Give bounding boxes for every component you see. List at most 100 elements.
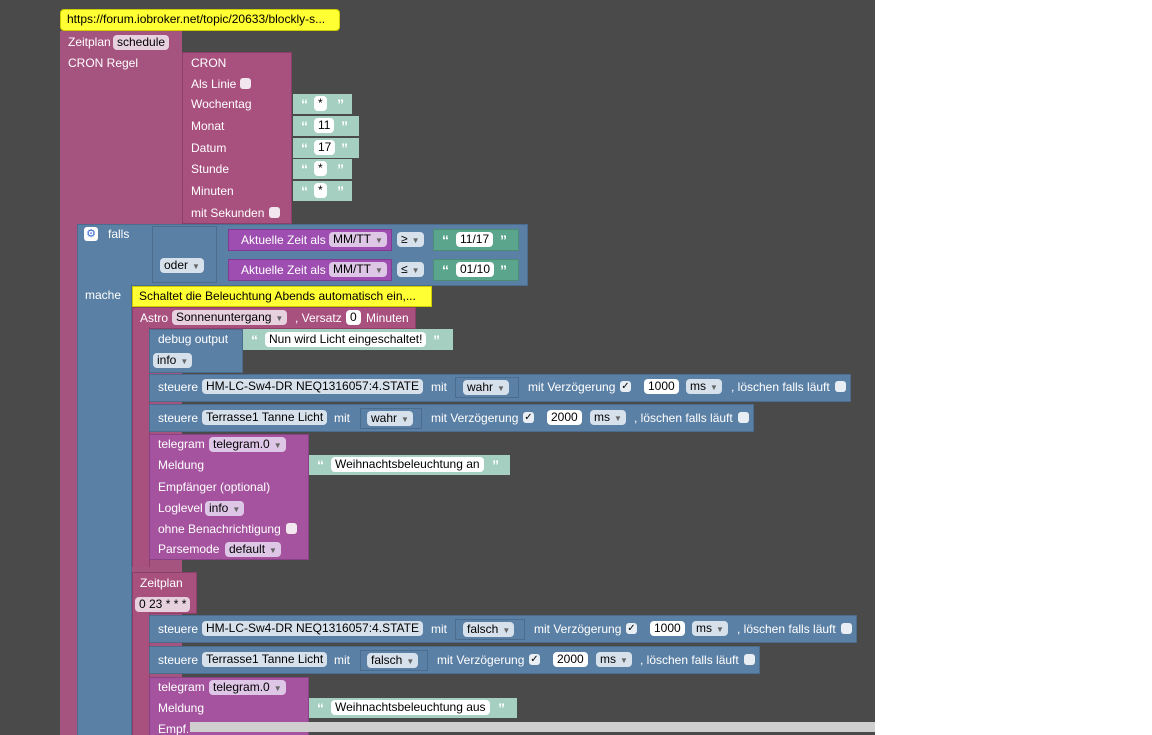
delay-checkbox[interactable]: ✓ xyxy=(523,412,534,423)
clear-checkbox[interactable] xyxy=(841,623,852,634)
control-label: steuere xyxy=(158,411,199,425)
astro-event-dropdown[interactable]: Sonnenuntergang ▼ xyxy=(172,310,288,325)
cron-title: CRON xyxy=(191,56,227,70)
weekday-value-field[interactable]: * xyxy=(314,96,327,111)
month-value-field[interactable]: 11 xyxy=(314,118,335,133)
delay-field[interactable]: 1000 xyxy=(644,379,679,394)
loglevel-dropdown[interactable]: info ▼ xyxy=(205,501,245,516)
telegram-instance-dropdown[interactable]: telegram.0 ▼ xyxy=(209,680,286,695)
loglevel-label: Loglevel xyxy=(158,501,203,515)
cron-seconds-checkbox[interactable] xyxy=(269,207,280,218)
url-comment[interactable]: https://forum.iobroker.net/topic/20633/b… xyxy=(60,9,340,31)
cron-minutes-label: Minuten xyxy=(191,184,234,198)
open-quote-icon: “ xyxy=(442,232,449,248)
device-dropdown[interactable]: Terrasse1 Tanne Licht xyxy=(202,652,328,667)
clear-checkbox[interactable] xyxy=(744,654,755,665)
message-label: Meldung xyxy=(158,458,205,472)
open-quote-icon: “ xyxy=(317,700,324,716)
delay-checkbox[interactable]: ✓ xyxy=(626,623,637,634)
open-quote-icon: “ xyxy=(301,118,308,134)
astro-label: Astro xyxy=(140,311,169,325)
schedule-block-2-stem xyxy=(132,612,150,735)
debug-text-field[interactable]: Nun wird Licht eingeschaltet! xyxy=(265,332,427,347)
device-dropdown[interactable]: HM-LC-Sw4-DR NEQ1316057:4.STATE xyxy=(202,379,423,394)
control-label: steuere xyxy=(158,653,199,667)
unit-dropdown[interactable]: ms ▼ xyxy=(686,379,722,394)
do-label: mache xyxy=(85,288,122,302)
cron-as-line-checkbox[interactable] xyxy=(240,78,251,89)
device-dropdown[interactable]: Terrasse1 Tanne Licht xyxy=(202,410,328,425)
schedule2-cron-dropdown[interactable]: 0 23 * * * xyxy=(135,597,191,612)
blockly-workspace[interactable]: https://forum.iobroker.net/topic/20633/b… xyxy=(0,0,875,735)
schedule-label: Zeitplan xyxy=(68,35,111,49)
delay-checkbox[interactable]: ✓ xyxy=(529,654,540,665)
value-dropdown[interactable]: wahr ▼ xyxy=(463,380,509,395)
value-dropdown[interactable]: falsch ▼ xyxy=(463,622,515,637)
delay-checkbox[interactable]: ✓ xyxy=(620,381,631,392)
date-value-field[interactable]: 17 xyxy=(314,140,336,155)
delay-field[interactable]: 1000 xyxy=(650,621,685,636)
recipient-label: Empf... xyxy=(158,722,188,735)
close-quote-icon: ” xyxy=(433,332,440,348)
debug-level-dropdown[interactable]: info ▼ xyxy=(153,353,193,368)
device-dropdown[interactable]: HM-LC-Sw4-DR NEQ1316057:4.STATE xyxy=(202,621,423,636)
close-quote-icon: ” xyxy=(337,183,344,199)
recipient-label: Empfänger (optional) xyxy=(158,480,271,494)
cron-weekday-label: Wochentag xyxy=(191,97,252,111)
unit-dropdown[interactable]: ms ▼ xyxy=(596,652,632,667)
parsemode-dropdown[interactable]: default ▼ xyxy=(225,542,281,557)
telegram-instance-dropdown[interactable]: telegram.0 ▼ xyxy=(209,437,286,452)
unit-dropdown[interactable]: ms ▼ xyxy=(692,621,728,636)
open-quote-icon: “ xyxy=(301,140,308,156)
debug-label: debug output xyxy=(158,332,229,346)
time-format-dropdown[interactable]: MM/TT ▼ xyxy=(329,232,387,247)
delay-label: mit Verzögerung xyxy=(437,653,525,667)
close-quote-icon: ” xyxy=(492,457,499,473)
hour-value-field[interactable]: * xyxy=(314,161,327,176)
time-format-dropdown[interactable]: MM/TT ▼ xyxy=(329,262,387,277)
schedule-mode-dropdown[interactable]: schedule xyxy=(113,35,170,50)
close-quote-icon: ” xyxy=(341,140,348,156)
clear-label: , löschen falls läuft xyxy=(731,380,830,394)
silent-checkbox[interactable] xyxy=(286,523,297,534)
schedule2-label: Zeitplan xyxy=(140,576,183,590)
close-quote-icon: ” xyxy=(341,118,348,134)
clear-checkbox[interactable] xyxy=(738,412,749,423)
astro-block-stem xyxy=(132,327,150,567)
clear-checkbox[interactable] xyxy=(835,381,846,392)
clear-label: , löschen falls läuft xyxy=(634,411,733,425)
minutes-value-field[interactable]: * xyxy=(314,183,327,198)
message-label: Meldung xyxy=(158,701,205,715)
with-label: mit xyxy=(334,411,350,425)
gear-icon[interactable]: ⚙ xyxy=(84,227,98,241)
with-label: mit xyxy=(334,653,350,667)
close-quote-icon: ” xyxy=(337,161,344,177)
astro-offset-field[interactable]: 0 xyxy=(346,310,361,325)
open-quote-icon: “ xyxy=(251,332,258,348)
or-block[interactable] xyxy=(152,226,217,283)
operator-dropdown[interactable]: ≥ ▼ xyxy=(397,232,424,247)
message-field[interactable]: Weihnachtsbeleuchtung aus xyxy=(331,700,490,715)
value-dropdown[interactable]: falsch ▼ xyxy=(367,653,419,668)
cron-month-label: Monat xyxy=(191,119,225,133)
value-dropdown[interactable]: wahr ▼ xyxy=(367,411,413,426)
time-value-field-1[interactable]: 11/17 xyxy=(456,232,494,247)
message-field[interactable]: Weihnachtsbeleuchtung an xyxy=(331,457,484,472)
telegram-label: telegram xyxy=(158,437,205,451)
unit-dropdown[interactable]: ms ▼ xyxy=(590,410,626,425)
delay-field[interactable]: 2000 xyxy=(553,652,588,667)
if-label: falls xyxy=(108,227,130,241)
or-dropdown[interactable]: oder ▼ xyxy=(160,258,204,273)
do-comment[interactable]: Schaltet die Beleuchtung Abends automati… xyxy=(132,286,432,307)
open-quote-icon: “ xyxy=(301,183,308,199)
silent-label: ohne Benachrichtigung xyxy=(158,522,281,536)
if-block-stem xyxy=(77,284,132,735)
with-label: mit xyxy=(431,622,447,636)
clear-label: , löschen falls läuft xyxy=(737,622,836,636)
horizontal-scrollbar[interactable] xyxy=(190,722,875,732)
current-time-label: Aktuelle Zeit als xyxy=(241,233,326,247)
operator-dropdown[interactable]: ≤ ▼ xyxy=(397,262,424,277)
current-time-label: Aktuelle Zeit als xyxy=(241,263,326,277)
delay-field[interactable]: 2000 xyxy=(547,410,582,425)
time-value-field-2[interactable]: 01/10 xyxy=(456,262,495,277)
